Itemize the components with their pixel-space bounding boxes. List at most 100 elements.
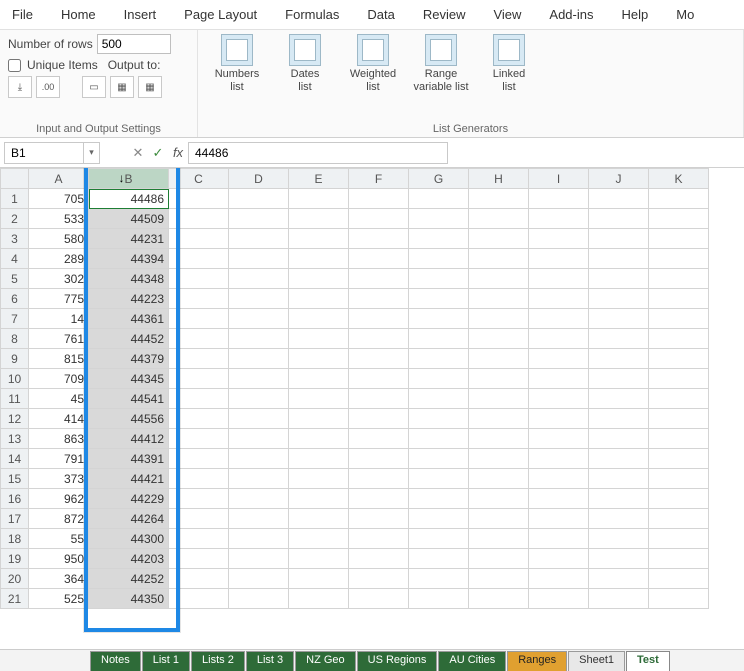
col-header-A[interactable]: A [29,169,89,189]
col-header-B[interactable]: ↓B [89,169,169,189]
cell-I9[interactable] [529,349,589,369]
cell-B19[interactable]: 44203 [89,549,169,569]
cell-H14[interactable] [469,449,529,469]
cell-H8[interactable] [469,329,529,349]
cell-H6[interactable] [469,289,529,309]
formula-input[interactable] [188,142,448,164]
ribbon-tab-help[interactable]: Help [607,1,662,28]
ribbon-tab-page-layout[interactable]: Page Layout [170,1,271,28]
cell-K17[interactable] [649,509,709,529]
cell-G21[interactable] [409,589,469,609]
cell-E11[interactable] [289,389,349,409]
cell-H20[interactable] [469,569,529,589]
cell-J5[interactable] [589,269,649,289]
cell-I17[interactable] [529,509,589,529]
cell-K1[interactable] [649,189,709,209]
cell-D17[interactable] [229,509,289,529]
cell-C8[interactable] [169,329,229,349]
cell-G6[interactable] [409,289,469,309]
gen-linked-button[interactable]: Linkedlist [478,34,540,94]
cell-J15[interactable] [589,469,649,489]
cell-B14[interactable]: 44391 [89,449,169,469]
cell-I5[interactable] [529,269,589,289]
ribbon-tab-review[interactable]: Review [409,1,480,28]
cell-J1[interactable] [589,189,649,209]
row-header[interactable]: 2 [1,209,29,229]
row-header[interactable]: 21 [1,589,29,609]
cell-A20[interactable]: 364 [29,569,89,589]
cell-A3[interactable]: 580 [29,229,89,249]
cell-F21[interactable] [349,589,409,609]
io-btn-1[interactable]: ⤓ [8,76,32,98]
cell-C2[interactable] [169,209,229,229]
col-header-K[interactable]: K [649,169,709,189]
cell-A18[interactable]: 55 [29,529,89,549]
cell-E12[interactable] [289,409,349,429]
cell-D19[interactable] [229,549,289,569]
cell-K16[interactable] [649,489,709,509]
cell-D4[interactable] [229,249,289,269]
cell-E14[interactable] [289,449,349,469]
cell-E21[interactable] [289,589,349,609]
row-header[interactable]: 16 [1,489,29,509]
ribbon-tab-view[interactable]: View [479,1,535,28]
cell-E9[interactable] [289,349,349,369]
cell-A11[interactable]: 45 [29,389,89,409]
cell-K10[interactable] [649,369,709,389]
cell-A8[interactable]: 761 [29,329,89,349]
cell-D6[interactable] [229,289,289,309]
cell-G18[interactable] [409,529,469,549]
cell-F9[interactable] [349,349,409,369]
cell-B13[interactable]: 44412 [89,429,169,449]
gen-dates-button[interactable]: Dateslist [274,34,336,94]
cell-H7[interactable] [469,309,529,329]
row-header[interactable]: 13 [1,429,29,449]
cell-J19[interactable] [589,549,649,569]
cell-E16[interactable] [289,489,349,509]
cell-F14[interactable] [349,449,409,469]
row-header[interactable]: 7 [1,309,29,329]
output-btn-1[interactable]: ▭ [82,76,106,98]
cell-B5[interactable]: 44348 [89,269,169,289]
sheet-tab-ranges[interactable]: Ranges [507,651,567,671]
cell-H12[interactable] [469,409,529,429]
cell-J13[interactable] [589,429,649,449]
cell-E2[interactable] [289,209,349,229]
cell-C15[interactable] [169,469,229,489]
cell-H11[interactable] [469,389,529,409]
cell-C21[interactable] [169,589,229,609]
cell-E7[interactable] [289,309,349,329]
cell-E18[interactable] [289,529,349,549]
sheet-tab-test[interactable]: Test [626,651,670,671]
cell-C6[interactable] [169,289,229,309]
cell-A2[interactable]: 533 [29,209,89,229]
cell-G20[interactable] [409,569,469,589]
cell-H10[interactable] [469,369,529,389]
cell-F20[interactable] [349,569,409,589]
cell-C17[interactable] [169,509,229,529]
row-header[interactable]: 9 [1,349,29,369]
cell-F15[interactable] [349,469,409,489]
cell-H9[interactable] [469,349,529,369]
cell-C16[interactable] [169,489,229,509]
row-header[interactable]: 11 [1,389,29,409]
cell-G15[interactable] [409,469,469,489]
col-header-D[interactable]: D [229,169,289,189]
col-header-I[interactable]: I [529,169,589,189]
cell-B11[interactable]: 44541 [89,389,169,409]
cell-K19[interactable] [649,549,709,569]
cell-I21[interactable] [529,589,589,609]
col-header-H[interactable]: H [469,169,529,189]
cell-I16[interactable] [529,489,589,509]
cell-H15[interactable] [469,469,529,489]
cell-G2[interactable] [409,209,469,229]
cell-A1[interactable]: 705 [29,189,89,209]
cell-A13[interactable]: 863 [29,429,89,449]
cell-K2[interactable] [649,209,709,229]
cell-C14[interactable] [169,449,229,469]
cell-I18[interactable] [529,529,589,549]
cell-B9[interactable]: 44379 [89,349,169,369]
cancel-icon[interactable]: ✕ [128,145,148,161]
row-header[interactable]: 5 [1,269,29,289]
cell-F1[interactable] [349,189,409,209]
